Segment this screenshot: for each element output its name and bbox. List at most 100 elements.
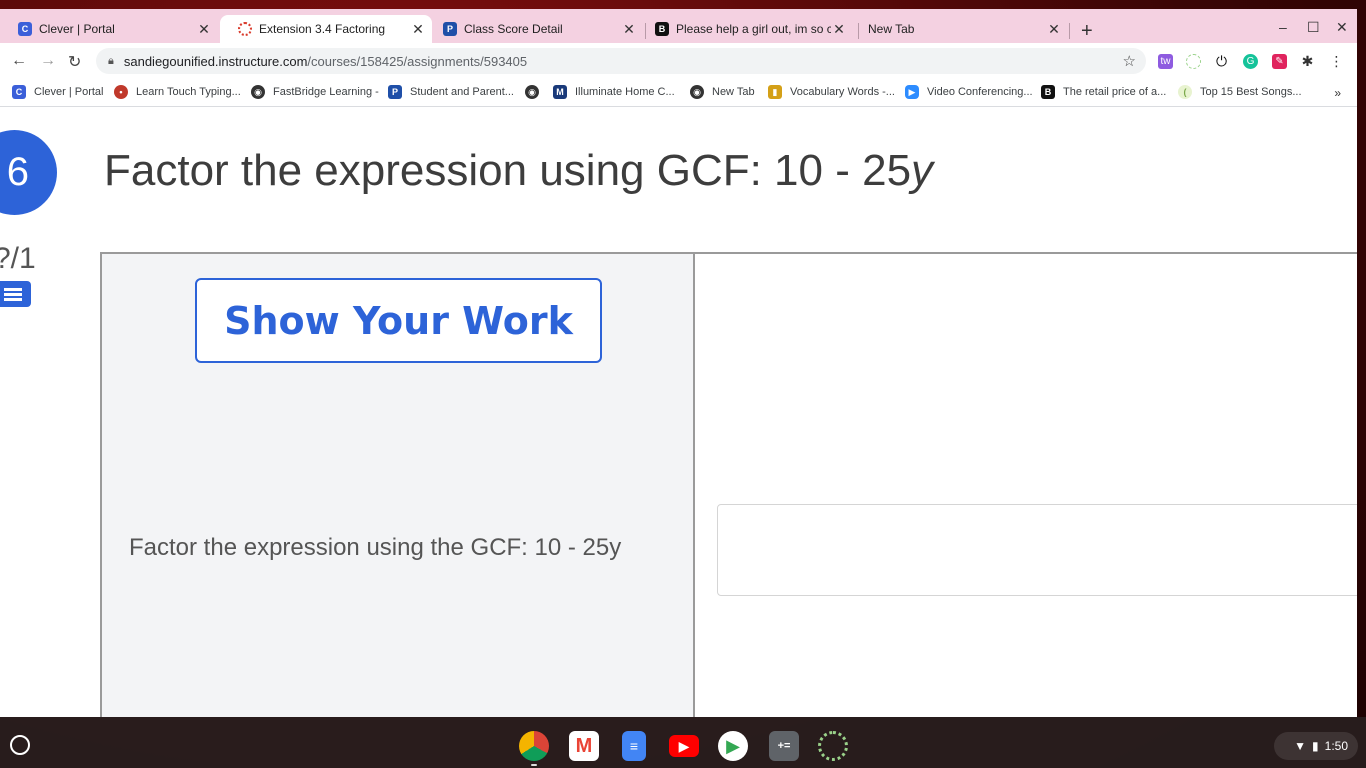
illuminate-icon: M <box>553 85 567 99</box>
wifi-icon: ▼ <box>1294 739 1307 753</box>
tab-title: Please help a girl out, im so conf <box>676 22 831 36</box>
answer-panel <box>693 252 1357 717</box>
bookmark-label: Clever | Portal <box>34 86 104 98</box>
bookmark-star-icon[interactable]: ☆ <box>1123 52 1136 70</box>
tab-please-help[interactable]: B Please help a girl out, im so conf ✕ <box>637 15 853 43</box>
bookmark-label: Top 15 Best Songs... <box>1200 86 1302 98</box>
os-shelf: M ≡ ▶ ▶ += ▼ ▮ 1:50 <box>0 717 1366 768</box>
bookmark-label: Illuminate Home C... <box>575 86 675 98</box>
powerschool-icon: P <box>388 85 402 99</box>
tab-title: Extension 3.4 Factoring <box>259 22 386 36</box>
status-tray[interactable]: ▼ ▮ 1:50 <box>1274 732 1358 760</box>
tab-separator <box>1069 23 1070 39</box>
extension-red-icon[interactable]: ✎ <box>1272 54 1287 69</box>
calculator-icon[interactable]: += <box>769 731 799 761</box>
tab-title: Class Score Detail <box>464 22 563 36</box>
grammarly-icon[interactable]: G <box>1243 54 1258 69</box>
forward-arrow-icon[interactable]: → <box>40 52 56 70</box>
extension-loading-icon[interactable] <box>1186 54 1201 69</box>
close-icon[interactable]: ✕ <box>831 21 847 38</box>
bookmark-retail-price[interactable]: B The retail price of a... <box>1041 85 1166 99</box>
menu-kebab-icon[interactable]: ⋮ <box>1329 53 1344 69</box>
page-content: 6 Factor the expression using GCF: 10 - … <box>0 108 1357 717</box>
zoom-icon: ▶ <box>905 85 919 99</box>
close-window-button[interactable]: ✕ <box>1336 19 1348 36</box>
globe-icon: ◉ <box>251 85 265 99</box>
minimize-button[interactable]: – <box>1279 19 1287 35</box>
bookmark-vocabulary[interactable]: ▮ Vocabulary Words -... <box>768 85 895 99</box>
bookmarks-overflow-button[interactable]: » <box>1334 86 1341 100</box>
bookmark-label: Video Conferencing... <box>927 86 1033 98</box>
tab-extension-factoring[interactable]: Extension 3.4 Factoring ✕ <box>220 15 432 43</box>
launcher-button[interactable] <box>10 735 30 755</box>
bookmark-label: The retail price of a... <box>1063 86 1167 98</box>
new-tab-button[interactable]: + <box>1081 20 1093 43</box>
extension-tw-icon[interactable]: tw <box>1158 54 1173 69</box>
tab-class-score-detail[interactable]: P Class Score Detail ✕ <box>425 15 643 43</box>
tab-clever-portal[interactable]: C Clever | Portal ✕ <box>0 15 218 43</box>
play-store-icon[interactable]: ▶ <box>718 731 748 761</box>
browser-window: C Clever | Portal ✕ Extension 3.4 Factor… <box>0 9 1357 717</box>
close-icon[interactable]: ✕ <box>621 21 637 38</box>
globe-icon: ◉ <box>525 85 539 99</box>
brainly-icon: B <box>1041 85 1055 99</box>
clever-icon: C <box>12 85 26 99</box>
question-title-variable: y <box>911 146 934 195</box>
close-icon[interactable]: ✕ <box>1046 21 1062 38</box>
bookmark-label: Student and Parent... <box>410 86 514 98</box>
close-icon[interactable]: ✕ <box>196 21 212 38</box>
chrome-icon[interactable] <box>519 731 549 761</box>
question-prompt: Factor the expression using the GCF: 10 … <box>129 534 622 561</box>
lock-icon: 🔒︎ <box>108 54 114 67</box>
maximize-button[interactable]: ☐ <box>1307 19 1320 36</box>
docs-icon[interactable]: ≡ <box>622 731 646 761</box>
reload-icon[interactable]: ↻ <box>68 52 81 72</box>
youtube-icon[interactable]: ▶ <box>669 735 699 757</box>
gmail-icon[interactable]: M <box>569 731 599 761</box>
bookmark-new-tab[interactable]: ◉ New Tab <box>690 85 755 99</box>
bookmark-video-conferencing[interactable]: ▶ Video Conferencing... <box>905 85 1033 99</box>
brainly-icon: B <box>655 22 669 36</box>
clock: 1:50 <box>1324 739 1348 753</box>
close-icon[interactable]: ✕ <box>410 21 426 38</box>
bookmarks-bar: C Clever | Portal • Learn Touch Typing..… <box>0 81 1357 107</box>
bookmark-globe[interactable]: ◉ <box>525 85 547 99</box>
url-host: sandiegounified.instructure.com <box>123 53 308 69</box>
address-bar[interactable]: 🔒︎ sandiegounified.instructure.com /cour… <box>96 48 1146 74</box>
powerschool-icon: P <box>443 22 457 36</box>
bookmark-label: Learn Touch Typing... <box>136 86 241 98</box>
bookmark-clever[interactable]: C Clever | Portal <box>12 85 104 99</box>
canvas-icon <box>238 22 252 36</box>
toolbar: ← → ↻ 🔒︎ sandiegounified.instructure.com… <box>0 43 1357 81</box>
bookmark-student-parent[interactable]: P Student and Parent... <box>388 85 514 99</box>
tab-strip: C Clever | Portal ✕ Extension 3.4 Factor… <box>0 9 1357 43</box>
puzzle-icon[interactable]: ✱ <box>1300 53 1315 69</box>
typing-icon: • <box>114 85 128 99</box>
power-icon[interactable]: ⏻ <box>1214 53 1229 69</box>
bookmark-illuminate[interactable]: M Illuminate Home C... <box>553 85 675 99</box>
question-number-badge: 6 <box>0 130 57 215</box>
bookmark-fastbridge[interactable]: ◉ FastBridge Learning - <box>251 85 379 99</box>
clever-icon: C <box>18 22 32 36</box>
question-title: Factor the expression using GCF: 10 - 25… <box>104 146 933 196</box>
loading-icon[interactable] <box>818 731 848 761</box>
songs-icon: ( <box>1178 85 1192 99</box>
chart-icon: ▮ <box>768 85 782 99</box>
bookmark-label: FastBridge Learning - <box>273 86 379 98</box>
tab-title: New Tab <box>868 22 915 36</box>
show-your-work-button[interactable]: Show Your Work <box>195 278 602 363</box>
answer-input[interactable] <box>717 504 1357 596</box>
comment-icon[interactable] <box>0 281 31 307</box>
globe-icon: ◉ <box>690 85 704 99</box>
active-app-indicator <box>531 764 537 766</box>
bookmark-typing[interactable]: • Learn Touch Typing... <box>114 85 241 99</box>
work-panel: Show Your Work Factor the expression usi… <box>100 252 695 717</box>
bookmark-top-songs[interactable]: ( Top 15 Best Songs... <box>1178 85 1302 99</box>
tab-new-tab[interactable]: New Tab ✕ <box>850 15 1068 43</box>
question-score: ?/1 <box>0 242 36 275</box>
tab-title: Clever | Portal <box>39 22 115 36</box>
url-path: /courses/158425/assignments/593405 <box>307 53 528 69</box>
battery-icon: ▮ <box>1312 739 1319 753</box>
back-arrow-icon[interactable]: ← <box>11 52 27 70</box>
question-title-text: Factor the expression using GCF: 10 - 25 <box>104 146 912 195</box>
